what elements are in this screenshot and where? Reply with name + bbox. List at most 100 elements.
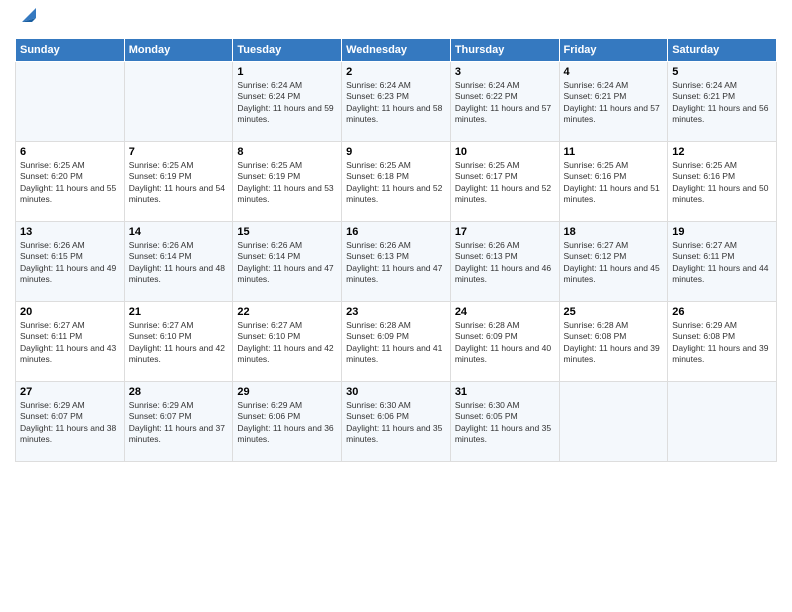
day-cell: 15Sunrise: 6:26 AMSunset: 6:14 PMDayligh… <box>233 222 342 302</box>
day-cell: 19 Sunrise: 6:27 AMSunset: 6:11 PMDayligh… <box>668 222 777 302</box>
day-detail: Sunrise: 6:26 AMSunset: 6:15 PMDaylight:… <box>20 240 120 286</box>
day-cell <box>124 62 233 142</box>
day-number: 14 <box>129 226 229 238</box>
day-number: 28 <box>129 386 229 398</box>
day-cell <box>668 382 777 462</box>
day-number: 25 <box>564 306 664 318</box>
day-cell: 27 Sunrise: 6:29 AMSunset: 6:07 PMDayligh… <box>16 382 125 462</box>
day-header-saturday: Saturday <box>668 39 777 62</box>
day-detail: Sunrise: 6:25 AMSunset: 6:20 PMDaylight:… <box>20 160 120 206</box>
day-number: 17 <box>455 226 555 238</box>
week-row-2: 6 Sunrise: 6:25 AMSunset: 6:20 PMDaylight… <box>16 142 777 222</box>
day-header-sunday: Sunday <box>16 39 125 62</box>
day-number: 24 <box>455 306 555 318</box>
day-cell: 2 Sunrise: 6:24 AMSunset: 6:23 PMDaylight… <box>342 62 451 142</box>
day-detail: Sunrise: 6:29 AMSunset: 6:06 PMDaylight:… <box>237 400 337 446</box>
day-number: 5 <box>672 66 772 78</box>
day-cell <box>16 62 125 142</box>
day-detail: Sunrise: 6:27 AMSunset: 6:10 PMDaylight:… <box>129 320 229 366</box>
day-header-friday: Friday <box>559 39 668 62</box>
day-header-thursday: Thursday <box>450 39 559 62</box>
day-number: 12 <box>672 146 772 158</box>
day-detail: Sunrise: 6:28 AMSunset: 6:09 PMDaylight:… <box>455 320 555 366</box>
day-cell: 18Sunrise: 6:27 AMSunset: 6:12 PMDayligh… <box>559 222 668 302</box>
day-number: 21 <box>129 306 229 318</box>
day-number: 27 <box>20 386 120 398</box>
day-detail: Sunrise: 6:28 AMSunset: 6:08 PMDaylight:… <box>564 320 664 366</box>
day-detail: Sunrise: 6:25 AMSunset: 6:17 PMDaylight:… <box>455 160 555 206</box>
day-cell: 12 Sunrise: 6:25 AMSunset: 6:16 PMDayligh… <box>668 142 777 222</box>
day-number: 23 <box>346 306 446 318</box>
day-detail: Sunrise: 6:25 AMSunset: 6:16 PMDaylight:… <box>564 160 664 206</box>
day-number: 6 <box>20 146 120 158</box>
day-detail: Sunrise: 6:25 AMSunset: 6:16 PMDaylight:… <box>672 160 772 206</box>
day-cell: 24 Sunrise: 6:28 AMSunset: 6:09 PMDayligh… <box>450 302 559 382</box>
day-number: 10 <box>455 146 555 158</box>
day-cell: 11 Sunrise: 6:25 AMSunset: 6:16 PMDayligh… <box>559 142 668 222</box>
day-detail: Sunrise: 6:30 AMSunset: 6:06 PMDaylight:… <box>346 400 446 446</box>
day-detail: Sunrise: 6:27 AMSunset: 6:11 PMDaylight:… <box>672 240 772 286</box>
day-number: 1 <box>237 66 337 78</box>
day-number: 3 <box>455 66 555 78</box>
week-row-1: 1 Sunrise: 6:24 AMSunset: 6:24 PMDaylight… <box>16 62 777 142</box>
day-cell: 8 Sunrise: 6:25 AMSunset: 6:19 PMDaylight… <box>233 142 342 222</box>
day-detail: Sunrise: 6:26 AMSunset: 6:14 PMDaylight:… <box>129 240 229 286</box>
day-cell <box>559 382 668 462</box>
day-number: 11 <box>564 146 664 158</box>
day-number: 4 <box>564 66 664 78</box>
day-detail: Sunrise: 6:25 AMSunset: 6:19 PMDaylight:… <box>237 160 337 206</box>
day-cell: 9 Sunrise: 6:25 AMSunset: 6:18 PMDaylight… <box>342 142 451 222</box>
day-number: 16 <box>346 226 446 238</box>
day-number: 29 <box>237 386 337 398</box>
day-cell: 23 Sunrise: 6:28 AMSunset: 6:09 PMDayligh… <box>342 302 451 382</box>
day-cell: 25 Sunrise: 6:28 AMSunset: 6:08 PMDayligh… <box>559 302 668 382</box>
day-detail: Sunrise: 6:26 AMSunset: 6:13 PMDaylight:… <box>346 240 446 286</box>
day-detail: Sunrise: 6:29 AMSunset: 6:07 PMDaylight:… <box>20 400 120 446</box>
logo <box>15 10 40 30</box>
day-cell: 20Sunrise: 6:27 AMSunset: 6:11 PMDayligh… <box>16 302 125 382</box>
day-number: 26 <box>672 306 772 318</box>
day-cell: 30 Sunrise: 6:30 AMSunset: 6:06 PMDayligh… <box>342 382 451 462</box>
day-header-monday: Monday <box>124 39 233 62</box>
day-detail: Sunrise: 6:24 AMSunset: 6:21 PMDaylight:… <box>672 80 772 126</box>
day-cell: 29 Sunrise: 6:29 AMSunset: 6:06 PMDayligh… <box>233 382 342 462</box>
day-header-wednesday: Wednesday <box>342 39 451 62</box>
day-detail: Sunrise: 6:27 AMSunset: 6:10 PMDaylight:… <box>237 320 337 366</box>
header <box>15 10 777 30</box>
day-detail: Sunrise: 6:26 AMSunset: 6:13 PMDaylight:… <box>455 240 555 286</box>
day-number: 7 <box>129 146 229 158</box>
calendar-table: SundayMondayTuesdayWednesdayThursdayFrid… <box>15 38 777 462</box>
day-detail: Sunrise: 6:29 AMSunset: 6:07 PMDaylight:… <box>129 400 229 446</box>
day-detail: Sunrise: 6:25 AMSunset: 6:18 PMDaylight:… <box>346 160 446 206</box>
day-detail: Sunrise: 6:24 AMSunset: 6:24 PMDaylight:… <box>237 80 337 126</box>
day-cell: 16 Sunrise: 6:26 AMSunset: 6:13 PMDayligh… <box>342 222 451 302</box>
day-cell: 17 Sunrise: 6:26 AMSunset: 6:13 PMDayligh… <box>450 222 559 302</box>
logo-icon <box>18 4 40 26</box>
day-cell: 4Sunrise: 6:24 AMSunset: 6:21 PMDaylight… <box>559 62 668 142</box>
day-detail: Sunrise: 6:28 AMSunset: 6:09 PMDaylight:… <box>346 320 446 366</box>
day-number: 2 <box>346 66 446 78</box>
day-number: 19 <box>672 226 772 238</box>
day-number: 30 <box>346 386 446 398</box>
day-detail: Sunrise: 6:27 AMSunset: 6:12 PMDaylight:… <box>564 240 664 286</box>
day-number: 9 <box>346 146 446 158</box>
day-detail: Sunrise: 6:24 AMSunset: 6:23 PMDaylight:… <box>346 80 446 126</box>
day-detail: Sunrise: 6:26 AMSunset: 6:14 PMDaylight:… <box>237 240 337 286</box>
day-detail: Sunrise: 6:25 AMSunset: 6:19 PMDaylight:… <box>129 160 229 206</box>
day-number: 31 <box>455 386 555 398</box>
day-cell: 1 Sunrise: 6:24 AMSunset: 6:24 PMDaylight… <box>233 62 342 142</box>
week-row-4: 20Sunrise: 6:27 AMSunset: 6:11 PMDayligh… <box>16 302 777 382</box>
day-number: 22 <box>237 306 337 318</box>
calendar-page: SundayMondayTuesdayWednesdayThursdayFrid… <box>0 0 792 612</box>
day-cell: 28 Sunrise: 6:29 AMSunset: 6:07 PMDayligh… <box>124 382 233 462</box>
day-number: 20 <box>20 306 120 318</box>
day-header-tuesday: Tuesday <box>233 39 342 62</box>
day-cell: 3 Sunrise: 6:24 AMSunset: 6:22 PMDaylight… <box>450 62 559 142</box>
day-cell: 26Sunrise: 6:29 AMSunset: 6:08 PMDayligh… <box>668 302 777 382</box>
day-detail: Sunrise: 6:24 AMSunset: 6:22 PMDaylight:… <box>455 80 555 126</box>
week-row-5: 27 Sunrise: 6:29 AMSunset: 6:07 PMDayligh… <box>16 382 777 462</box>
day-number: 8 <box>237 146 337 158</box>
day-cell: 21 Sunrise: 6:27 AMSunset: 6:10 PMDayligh… <box>124 302 233 382</box>
day-number: 13 <box>20 226 120 238</box>
day-cell: 6 Sunrise: 6:25 AMSunset: 6:20 PMDaylight… <box>16 142 125 222</box>
